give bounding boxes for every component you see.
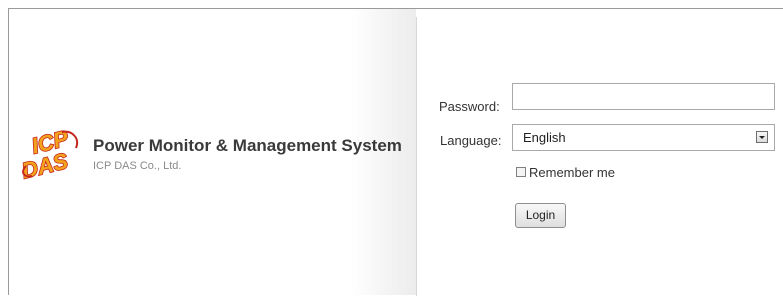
login-frame: ICP DAS Power Monitor & Management Syste…	[8, 8, 783, 296]
app-title: Power Monitor & Management System	[93, 136, 402, 155]
dropdown-arrow-icon[interactable]	[756, 131, 768, 143]
language-label: Language:	[440, 133, 502, 148]
language-select[interactable]: English	[512, 124, 775, 151]
password-label: Password:	[439, 99, 500, 114]
remember-me-label[interactable]: Remember me	[529, 165, 615, 180]
password-input[interactable]	[512, 83, 775, 110]
icp-das-logo: ICP DAS	[18, 128, 78, 180]
remember-me-checkbox[interactable]	[516, 167, 526, 177]
language-selected-value: English	[523, 130, 566, 145]
svg-text:DAS: DAS	[19, 148, 70, 180]
panel-divider	[416, 17, 417, 296]
login-button[interactable]: Login	[515, 203, 566, 228]
company-name: ICP DAS Co., Ltd.	[93, 160, 182, 172]
